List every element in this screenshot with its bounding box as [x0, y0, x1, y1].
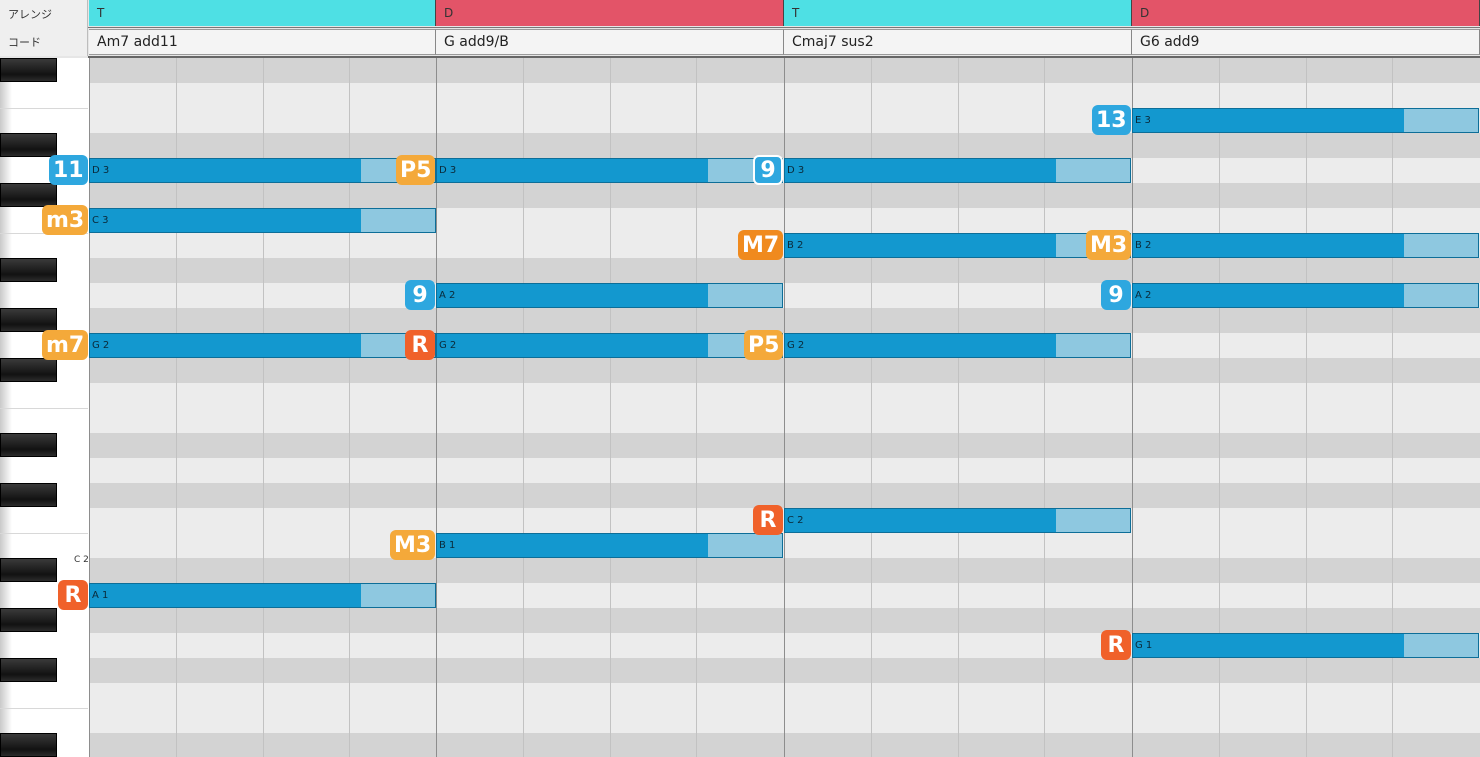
- note-block[interactable]: G 2: [784, 333, 1131, 358]
- note-label: D 3: [787, 165, 805, 176]
- note-velocity-tail: [1056, 334, 1130, 357]
- chord-block-4[interactable]: G6 add9: [1132, 29, 1480, 55]
- note-velocity-tail: [361, 209, 435, 232]
- black-key[interactable]: [0, 133, 57, 157]
- note-velocity-tail: [1056, 509, 1130, 532]
- note-block[interactable]: B 1: [436, 533, 783, 558]
- note-block[interactable]: A 1: [89, 583, 436, 608]
- interval-badge: P5: [396, 155, 436, 185]
- note-label: G 1: [1135, 640, 1153, 651]
- note-label: C 3: [92, 215, 109, 226]
- note-velocity-tail: [361, 584, 435, 607]
- note-label: G 2: [92, 340, 110, 351]
- interval-badge: 9: [405, 280, 435, 310]
- note-label: B 2: [1135, 240, 1152, 251]
- interval-badge: M3: [390, 530, 436, 560]
- note-label: A 2: [439, 290, 456, 301]
- note-block[interactable]: G 2: [89, 333, 436, 358]
- interval-badge: P5: [744, 330, 784, 360]
- note-velocity-tail: [708, 284, 782, 307]
- white-key-divider: [0, 533, 88, 534]
- note-label: E 3: [1135, 115, 1151, 126]
- note-label: G 2: [439, 340, 457, 351]
- note-block[interactable]: C 2: [784, 508, 1131, 533]
- octave-label-c2: C 2: [74, 555, 89, 565]
- interval-badge: 13: [1092, 105, 1131, 135]
- arrange-block-3[interactable]: T: [784, 0, 1132, 26]
- black-key[interactable]: [0, 433, 57, 457]
- chord-block-2[interactable]: G add9/B: [436, 29, 784, 55]
- arrange-block-2[interactable]: D: [436, 0, 784, 26]
- black-key[interactable]: [0, 558, 57, 582]
- white-key-divider: [0, 408, 88, 409]
- black-key[interactable]: [0, 308, 57, 332]
- interval-badge: R: [753, 505, 783, 535]
- note-block[interactable]: C 3: [89, 208, 436, 233]
- note-block[interactable]: D 3: [89, 158, 436, 183]
- note-label: C 2: [787, 515, 804, 526]
- interval-badge: R: [58, 580, 88, 610]
- note-velocity-tail: [1404, 234, 1478, 257]
- interval-badge: 11: [49, 155, 88, 185]
- note-label: B 1: [439, 540, 456, 551]
- black-key[interactable]: [0, 483, 57, 507]
- arrange-block-1[interactable]: T: [89, 0, 436, 26]
- black-key[interactable]: [0, 733, 57, 757]
- note-velocity-tail: [708, 534, 782, 557]
- note-velocity-tail: [1404, 109, 1478, 132]
- note-label: B 2: [787, 240, 804, 251]
- note-block[interactable]: A 2: [436, 283, 783, 308]
- chord-track-label: コード: [0, 28, 88, 56]
- note-block[interactable]: D 3: [436, 158, 783, 183]
- note-velocity-tail: [1404, 634, 1478, 657]
- white-key-divider: [0, 108, 88, 109]
- interval-badge: 9: [753, 155, 783, 185]
- interval-badge: 9: [1101, 280, 1131, 310]
- note-block[interactable]: G 1: [1132, 633, 1479, 658]
- interval-badge: m3: [42, 205, 89, 235]
- note-block[interactable]: D 3: [784, 158, 1131, 183]
- black-key[interactable]: [0, 608, 57, 632]
- interval-badge: R: [1101, 630, 1131, 660]
- black-key[interactable]: [0, 658, 57, 682]
- piano-roll-grid[interactable]: D 3 C 3 G 2 A 1 D 3 A 2 G 2 B 1 D 3 B 2 G 2 C 2 E 3 B…: [89, 58, 1480, 757]
- note-velocity-tail: [1404, 284, 1478, 307]
- black-key[interactable]: [0, 258, 57, 282]
- note-label: D 3: [439, 165, 457, 176]
- note-velocity-tail: [1056, 159, 1130, 182]
- note-block[interactable]: B 2: [1132, 233, 1479, 258]
- interval-badge: M3: [1086, 230, 1132, 260]
- white-key-divider: [0, 708, 88, 709]
- note-label: G 2: [787, 340, 805, 351]
- note-block[interactable]: B 2: [784, 233, 1131, 258]
- note-block[interactable]: A 2: [1132, 283, 1479, 308]
- interval-badge: M7: [738, 230, 784, 260]
- arrange-track-label: アレンジ: [0, 0, 88, 28]
- chord-block-1[interactable]: Am7 add11: [89, 29, 436, 55]
- note-label: A 2: [1135, 290, 1152, 301]
- interval-badge: R: [405, 330, 435, 360]
- arrange-block-4[interactable]: D: [1132, 0, 1480, 26]
- note-block[interactable]: E 3: [1132, 108, 1479, 133]
- note-block[interactable]: G 2: [436, 333, 783, 358]
- black-key[interactable]: [0, 183, 57, 207]
- black-key[interactable]: [0, 58, 57, 82]
- note-label: D 3: [92, 165, 110, 176]
- interval-badge: m7: [42, 330, 89, 360]
- black-key[interactable]: [0, 358, 57, 382]
- chord-block-3[interactable]: Cmaj7 sus2: [784, 29, 1132, 55]
- note-label: A 1: [92, 590, 109, 601]
